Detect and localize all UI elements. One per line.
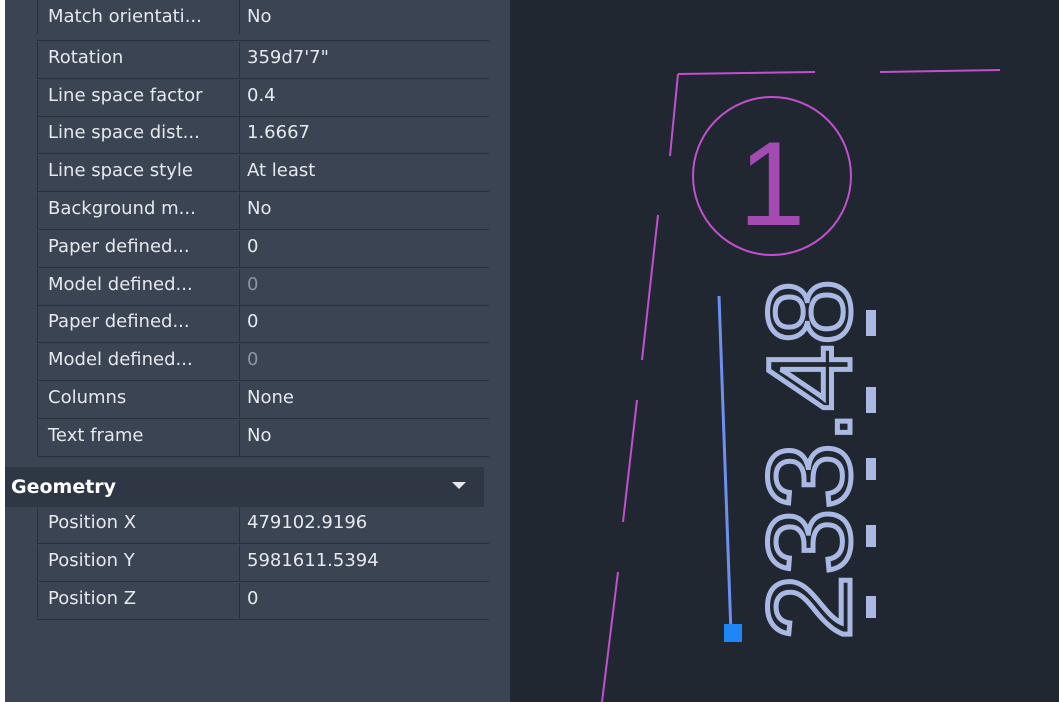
property-value[interactable]: 0.4 — [241, 80, 488, 116]
property-row[interactable]: Match orientati... No — [37, 0, 489, 41]
tick-mark — [866, 525, 876, 547]
property-value[interactable]: At least — [241, 155, 488, 191]
property-row[interactable]: Paper defined... 0 — [37, 230, 489, 268]
property-label: Paper defined... — [37, 306, 240, 343]
property-label: Paper defined... — [37, 230, 240, 267]
magenta-line-short[interactable] — [669, 73, 679, 157]
geometry-section-header[interactable]: Geometry — [5, 467, 484, 507]
grip-handle[interactable] — [724, 624, 742, 642]
property-label: Line space style — [37, 155, 240, 192]
property-value[interactable]: 359d7'7" — [241, 42, 488, 78]
property-label: Position X — [37, 507, 240, 543]
tick-mark — [866, 596, 876, 618]
drawing-canvas[interactable]: 1 233.48 — [510, 0, 1059, 702]
property-row[interactable]: Line space style At least — [37, 155, 489, 193]
property-row[interactable]: Columns None — [37, 382, 489, 419]
property-row[interactable]: Model defined... 0 — [37, 344, 489, 382]
property-value[interactable]: 0 — [241, 231, 488, 267]
magenta-line-top-right[interactable] — [879, 69, 1001, 73]
property-row[interactable]: Position Y 5981611.5394 — [37, 545, 489, 582]
property-row[interactable]: Rotation 359d7'7" — [37, 41, 489, 79]
magenta-line-seg-2[interactable] — [622, 399, 638, 523]
drawing-svg[interactable]: 1 233.48 — [510, 0, 1059, 702]
property-value[interactable]: 0 — [241, 306, 488, 342]
geometry-section-title: Geometry — [11, 476, 117, 498]
property-label: Line space dist... — [37, 117, 240, 154]
magenta-line-seg-1[interactable] — [641, 214, 659, 361]
property-label: Model defined... — [37, 344, 240, 381]
property-label: Line space factor — [37, 79, 240, 116]
property-row[interactable]: Model defined... 0 — [37, 268, 489, 306]
balloon-number: 1 — [739, 117, 806, 251]
property-value[interactable]: 0 — [241, 583, 488, 619]
property-row[interactable]: Line space factor 0.4 — [37, 79, 489, 117]
property-label: Match orientati... — [37, 0, 240, 34]
property-value[interactable]: No — [241, 0, 488, 34]
property-value[interactable]: 1.6667 — [241, 117, 488, 153]
chevron-down-icon[interactable] — [452, 482, 466, 489]
property-label: Rotation — [37, 41, 240, 78]
tick-mark — [866, 458, 876, 480]
property-value[interactable]: None — [241, 382, 488, 418]
property-row[interactable]: Text frame No — [37, 419, 489, 457]
property-row[interactable]: Background m... No — [37, 193, 489, 230]
selection-baseline[interactable] — [717, 295, 733, 635]
property-label: Background m... — [37, 193, 240, 229]
property-label: Position Y — [37, 545, 240, 581]
property-row[interactable]: Position Z0 — [37, 583, 489, 620]
property-value[interactable]: 5981611.5394 — [241, 545, 488, 581]
magenta-line-seg-3[interactable] — [601, 571, 619, 702]
property-row[interactable]: Position X 479102.9196 — [37, 507, 489, 544]
magenta-line-top-left[interactable] — [677, 71, 816, 75]
property-value[interactable]: No — [241, 420, 488, 456]
property-value[interactable]: 0 — [241, 269, 488, 305]
dimension-text[interactable]: 233.48 — [742, 277, 879, 643]
property-value[interactable]: 479102.9196 — [241, 507, 488, 543]
property-label: Position Z — [37, 583, 240, 619]
property-value[interactable]: No — [241, 193, 488, 229]
property-label: Text frame — [37, 419, 240, 456]
tick-mark — [866, 387, 876, 413]
tick-mark — [866, 310, 876, 336]
property-label: Columns — [37, 382, 240, 418]
property-value[interactable]: 0 — [241, 344, 488, 380]
property-row[interactable]: Paper defined... 0 — [37, 306, 489, 344]
property-row[interactable]: Line space dist... 1.6667 — [37, 117, 489, 155]
properties-panel: Match orientati... No Rotation 359d7'7" Line… — [5, 0, 510, 702]
property-label: Model defined... — [37, 268, 240, 305]
